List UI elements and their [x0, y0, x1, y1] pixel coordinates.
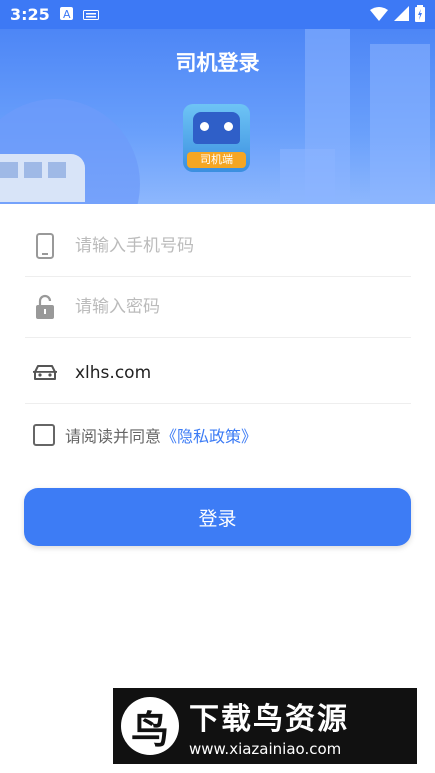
login-button[interactable]: 登录 — [24, 488, 411, 546]
bird-logo-icon: 鸟 — [121, 697, 179, 755]
header-banner: 司机登录 司机端 — [0, 29, 435, 204]
page-title: 司机登录 — [175, 51, 260, 75]
bus-illustration — [0, 154, 85, 202]
car-icon — [25, 364, 65, 382]
phone-input[interactable] — [73, 235, 377, 257]
keyboard-icon — [82, 5, 99, 24]
watermark-url: www.xiazainiao.com — [189, 740, 342, 758]
agree-checkbox[interactable] — [33, 424, 55, 446]
svg-text:A: A — [63, 8, 71, 20]
server-row — [25, 343, 411, 404]
phone-row — [25, 216, 411, 277]
logo-label: 司机端 — [187, 152, 246, 168]
privacy-policy-link[interactable]: 《隐私政策》 — [161, 423, 257, 447]
battery-icon — [415, 5, 425, 26]
wifi-icon — [370, 6, 388, 25]
watermark-banner: 鸟 下载鸟资源 www.xiazainiao.com — [113, 688, 417, 764]
lock-icon — [25, 294, 65, 320]
status-time: 3:25 — [10, 5, 50, 24]
phone-icon — [25, 233, 65, 259]
app-logo: 司机端 — [183, 104, 250, 172]
agree-text: 请阅读并同意 — [65, 427, 162, 446]
bus-face-icon — [193, 112, 240, 144]
server-input[interactable] — [73, 362, 377, 384]
a-notification-icon: A — [59, 5, 73, 24]
signal-icon — [394, 6, 409, 25]
password-row — [25, 277, 411, 338]
agreement-row: 请阅读并同意 《隐私政策》 — [33, 423, 257, 447]
building-graphic — [280, 149, 335, 204]
password-input[interactable] — [73, 296, 377, 318]
status-bar: 3:25 A — [0, 0, 435, 29]
watermark-brand: 下载鸟资源 — [189, 702, 349, 737]
